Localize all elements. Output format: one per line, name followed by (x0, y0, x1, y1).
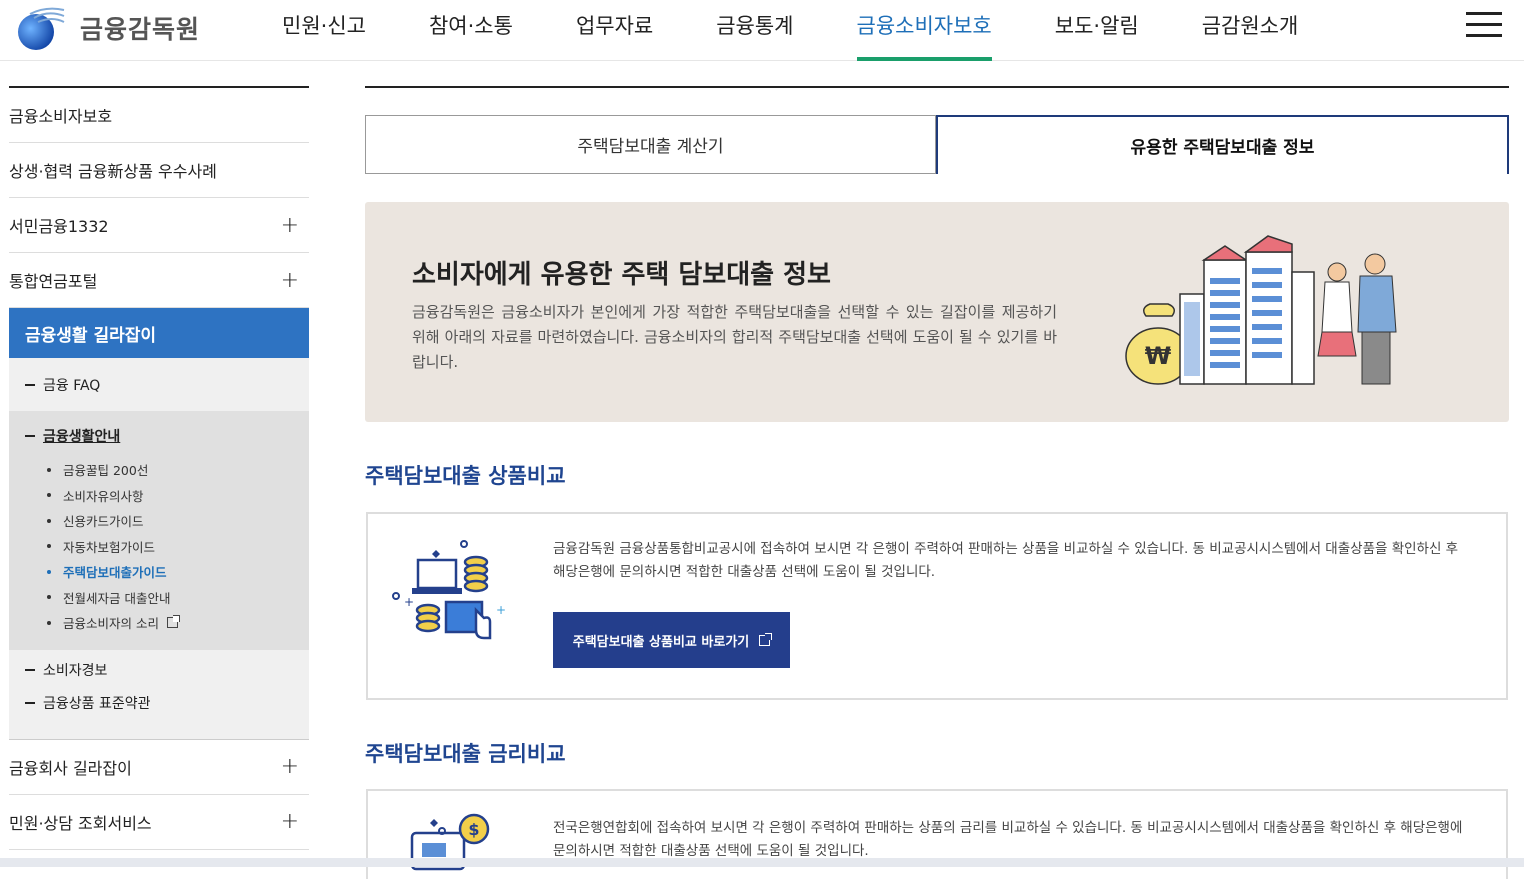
dash-icon (25, 668, 35, 671)
site-header: 금융감독원 민원·신고 참여·소통 업무자료 금융통계 금융소비자보호 보도·알… (0, 0, 1524, 61)
section-title-product-compare: 주택담보대출 상품비교 (365, 464, 566, 488)
nav-item-about[interactable]: 금감원소개 (1202, 0, 1299, 61)
sidebar-sub-label: 금융 FAQ (43, 377, 101, 394)
product-compare-box: + + 금융감독원 금융상품통합비교공시에 접속하여 보시면 각 은행이 주력하… (366, 512, 1508, 700)
dash-icon (25, 383, 35, 386)
external-link-icon (759, 632, 773, 646)
list-item[interactable]: 금융꿀팁 200선 (47, 457, 309, 483)
sidebar-item-label: 상생·협력 금융新상품 우수사례 (9, 162, 217, 181)
sidebar-sub-label: 소비자경보 (43, 662, 108, 679)
svg-text:₩: ₩ (1145, 342, 1172, 370)
sidebar-item-consumer-protection[interactable]: 금융소비자보호 (9, 88, 309, 143)
svg-text:+: + (404, 595, 414, 609)
window-bottom-bar (0, 858, 1524, 867)
sidebar-item-financial-life-guide[interactable]: 금융생활 길라잡이 (9, 308, 309, 358)
rate-compare-description: 전국은행연합회에 접속하여 보시면 각 은행이 주력하여 판매하는 상품의 금리… (553, 820, 1463, 859)
sidebar-guide-list: 금융꿀팁 200선 소비자유의사항 신용카드가이드 자동차보험가이드 주택담보대… (9, 457, 309, 636)
computer-coins-icon: + + (392, 540, 506, 640)
sidebar-item-label: 금융소비자보호 (9, 107, 113, 126)
sidebar-sub-open-group: 금융생활안내 금융꿀팁 200선 소비자유의사항 신용카드가이드 자동차보험가이… (9, 411, 309, 650)
plus-icon[interactable]: + (281, 754, 299, 779)
dash-icon (25, 702, 35, 704)
sidebar-item-company-guide[interactable]: 금융회사 길라잡이 + (9, 740, 309, 795)
housing-loan-illustration: ₩ (1125, 235, 1397, 385)
content-top-divider (365, 86, 1509, 88)
sidebar-item-label: 통합연금포털 (9, 272, 98, 291)
plus-icon[interactable]: + (281, 809, 299, 834)
dash-icon (25, 435, 35, 437)
list-item[interactable]: 신용카드가이드 (47, 508, 309, 534)
sidebar-item-label: 민원·상담 조회서비스 (9, 813, 152, 833)
nav-item-consumer-protection[interactable]: 금융소비자보호 (856, 0, 993, 61)
product-compare-description: 금융감독원 금융상품통합비교공시에 접속하여 보시면 각 은행이 주력하여 판매… (553, 541, 1459, 580)
list-item-current[interactable]: 주택담보대출가이드 (47, 559, 309, 585)
list-item[interactable]: 금융소비자의 소리 (47, 610, 309, 636)
site-logo[interactable]: 금융감독원 (16, 4, 200, 52)
sidebar-sub-warning[interactable]: 소비자경보 (9, 650, 309, 686)
sidebar: 금융소비자보호 상생·협력 금융新상품 우수사례 서민금융1332 + 통합연금… (9, 86, 309, 850)
list-item[interactable]: 전월세자금 대출안내 (47, 585, 309, 611)
info-banner: 소비자에게 유용한 주택 담보대출 정보 금융감독원은 금융소비자가 본인에게 … (365, 202, 1509, 422)
logo-text: 금융감독원 (80, 15, 201, 44)
sidebar-submenu: 금융 FAQ 금융생활안내 금융꿀팁 200선 소비자유의사항 신용카드가이드 … (9, 358, 309, 740)
tab-loan-calculator[interactable]: 주택담보대출 계산기 (365, 115, 936, 174)
button-label: 주택담보대출 상품비교 바로가기 (572, 634, 750, 650)
sidebar-sub-label: 금융상품 표준약관 (43, 696, 151, 712)
svg-text:+: + (496, 603, 506, 617)
nav-item-work-data[interactable]: 업무자료 (576, 0, 653, 61)
logo-globe-icon (18, 7, 65, 50)
nav-item-complaint[interactable]: 민원·신고 (282, 0, 366, 61)
sidebar-sub-terms[interactable]: 금융상품 표준약관 (9, 686, 309, 740)
nav-item-press[interactable]: 보도·알림 (1055, 0, 1139, 61)
banner-title: 소비자에게 유용한 주택 담보대출 정보 (412, 260, 831, 290)
sidebar-sub-guide[interactable]: 금융생활안내 (9, 411, 309, 457)
section-title-rate-compare: 주택담보대출 금리비교 (365, 742, 566, 766)
sidebar-item-cooperation[interactable]: 상생·협력 금융新상품 우수사례 (9, 143, 309, 198)
sidebar-item-1332[interactable]: 서민금융1332 + (9, 198, 309, 253)
list-item[interactable]: 자동차보험가이드 (47, 534, 309, 560)
banner-description: 금융감독원은 금융소비자가 본인에게 가장 적합한 주택담보대출을 선택할 수 … (412, 303, 1057, 371)
sidebar-item-label: 금융회사 길라잡이 (9, 758, 132, 778)
tab-loan-info[interactable]: 유용한 주택담보대출 정보 (936, 115, 1509, 174)
content-tabs: 주택담보대출 계산기 유용한 주택담보대출 정보 (365, 115, 1509, 174)
list-item-label: 금융소비자의 소리 (63, 616, 159, 632)
sidebar-item-pension[interactable]: 통합연금포털 + (9, 253, 309, 308)
sidebar-item-label: 서민금융1332 (9, 217, 109, 236)
sidebar-sub-faq[interactable]: 금융 FAQ (9, 358, 309, 411)
sidebar-item-inquiry-service[interactable]: 민원·상담 조회서비스 + (9, 795, 309, 850)
sidebar-sub-label: 금융생활안내 (43, 429, 121, 445)
plus-icon[interactable]: + (281, 213, 299, 238)
svg-text:$: $ (468, 820, 479, 839)
hamburger-menu-icon[interactable] (1466, 12, 1502, 38)
nav-item-statistics[interactable]: 금융통계 (716, 0, 793, 61)
list-item[interactable]: 소비자유의사항 (47, 483, 309, 509)
nav-item-participation[interactable]: 참여·소통 (429, 0, 513, 61)
external-link-icon (166, 615, 180, 629)
main-navigation: 민원·신고 참여·소통 업무자료 금융통계 금융소비자보호 보도·알림 금감원소… (250, 0, 1298, 61)
product-compare-link-button[interactable]: 주택담보대출 상품비교 바로가기 (553, 612, 790, 668)
plus-icon[interactable]: + (281, 268, 299, 293)
